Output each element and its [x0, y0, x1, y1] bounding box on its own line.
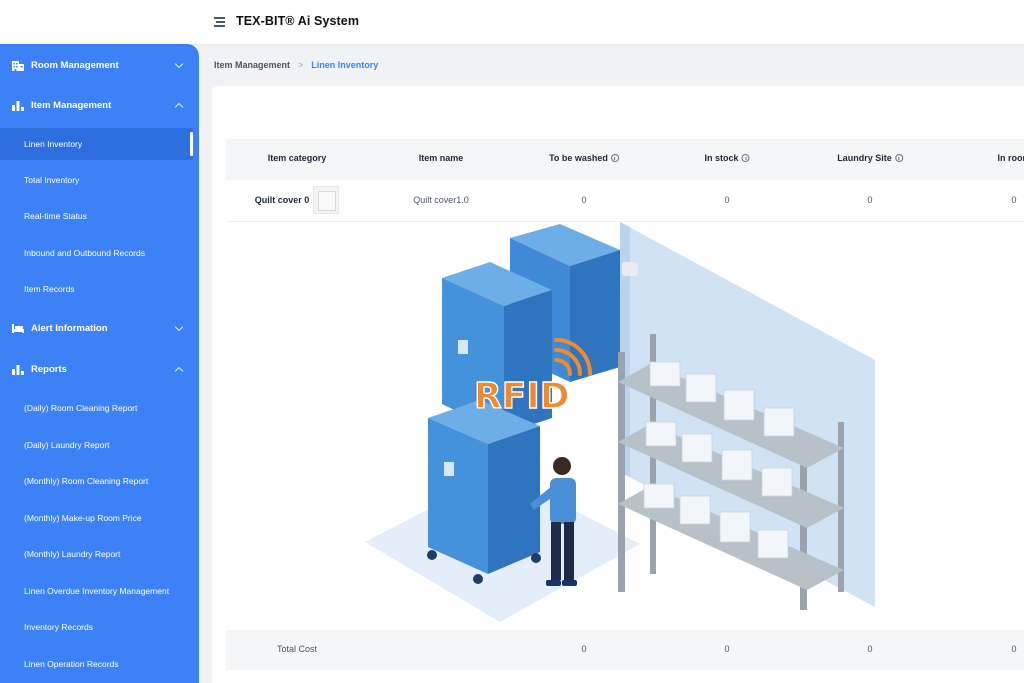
sidebar-group-alert-information[interactable]: Alert Information	[0, 309, 199, 347]
cell-item-name: Quilt cover1.0	[413, 195, 469, 205]
cell-item-category: Quilt cover 0	[254, 195, 310, 205]
sidebar-item-inbound-outbound-records[interactable]: Inbound and Outbound Records	[0, 237, 193, 269]
sidebar-item-label: Total Inventory	[24, 175, 80, 185]
sidebar-group-room-management[interactable]: Room Management	[0, 46, 199, 84]
sidebar-item-label: (Daily) Room Cleaning Report	[24, 403, 138, 413]
footer-in-stock: 0	[724, 644, 730, 654]
sidebar-item-label: Item Records	[24, 284, 75, 294]
sidebar-group-label: Room Management	[31, 59, 119, 71]
footer-in-room: 0	[1011, 644, 1017, 654]
breadcrumb-current: Linen Inventory	[311, 60, 379, 70]
column-header-laundry-site[interactable]: Laundry Site	[837, 153, 903, 163]
item-thumbnail-image[interactable]	[313, 186, 339, 214]
sidebar-item-item-records[interactable]: Item Records	[0, 273, 193, 305]
chevron-up-icon	[174, 102, 184, 111]
chevron-down-icon	[174, 322, 184, 331]
column-header-item-category[interactable]: Item category	[268, 153, 327, 163]
rfid-warehouse-illustration: RFID	[365, 222, 875, 622]
sidebar-item-label: (Monthly) Laundry Report	[24, 549, 121, 559]
column-header-in-stock[interactable]: In stock	[704, 153, 750, 163]
sidebar-item-monthly-laundry-report[interactable]: (Monthly) Laundry Report	[0, 538, 193, 570]
table-row[interactable]: Quilt cover 0 Quilt cover1.0 0 0 0 0	[226, 180, 1024, 222]
sidebar-item-label: Linen Inventory	[24, 139, 83, 149]
sidebar-item-linen-operation-records[interactable]: Linen Operation Records	[0, 648, 193, 680]
column-header-to-be-washed[interactable]: To be washed	[549, 153, 619, 163]
building-icon	[12, 61, 24, 71]
sidebar-item-label: Real-time Status	[24, 211, 87, 221]
sidebar: Room Management Item Management Linen In…	[0, 44, 199, 683]
column-header-item-name[interactable]: Item name	[419, 153, 464, 163]
app-title: TEX-BIT® Ai System	[236, 14, 360, 28]
sidebar-group-label: Item Management	[31, 99, 112, 111]
sidebar-item-real-time-status[interactable]: Real-time Status	[0, 200, 193, 232]
sidebar-item-label: Inbound and Outbound Records	[24, 248, 145, 258]
breadcrumb: Item Management > Linen Inventory	[214, 60, 378, 70]
sidebar-item-label: Linen Overdue Inventory Management	[24, 586, 170, 596]
sidebar-item-label: (Daily) Laundry Report	[24, 440, 110, 450]
sidebar-item-daily-room-cleaning-report[interactable]: (Daily) Room Cleaning Report	[0, 392, 193, 424]
cell-laundry-site: 0	[867, 195, 873, 205]
cell-in-room: 0	[1011, 195, 1017, 205]
info-icon[interactable]	[741, 154, 750, 162]
cell-in-stock: 0	[724, 195, 730, 205]
rfid-label: RFID	[474, 376, 570, 417]
breadcrumb-parent[interactable]: Item Management	[214, 60, 290, 70]
sidebar-group-label: Reports	[31, 363, 67, 375]
table-header: Item category Item name To be washed In …	[226, 139, 1024, 180]
sidebar-item-label: Linen Operation Records	[24, 659, 119, 669]
bed-icon	[12, 324, 24, 333]
sidebar-group-reports[interactable]: Reports	[0, 350, 199, 388]
chevron-up-icon	[174, 366, 184, 375]
sidebar-item-label: (Monthly) Make-up Room Price	[24, 513, 142, 523]
footer-label-total-cost: Total Cost	[276, 644, 318, 654]
footer-laundry-site: 0	[867, 644, 873, 654]
sidebar-item-label: (Monthly) Room Cleaning Report	[24, 476, 149, 486]
footer-to-be-washed: 0	[581, 644, 587, 654]
sidebar-group-label: Alert Information	[31, 322, 108, 334]
bar-chart-icon	[12, 365, 24, 375]
sidebar-item-linen-inventory[interactable]: Linen Inventory	[0, 128, 193, 160]
sidebar-group-item-management[interactable]: Item Management	[0, 86, 199, 124]
table-footer: Total Cost 0 0 0 0	[226, 630, 1024, 670]
chevron-down-icon	[174, 59, 184, 68]
bar-chart-icon	[12, 101, 24, 111]
sidebar-item-daily-laundry-report[interactable]: (Daily) Laundry Report	[0, 429, 193, 461]
sidebar-item-total-inventory[interactable]: Total Inventory	[0, 164, 193, 196]
menu-toggle-icon[interactable]	[214, 16, 226, 27]
sidebar-item-monthly-room-cleaning-report[interactable]: (Monthly) Room Cleaning Report	[0, 465, 193, 497]
sidebar-item-monthly-make-up-room-price[interactable]: (Monthly) Make-up Room Price	[0, 502, 193, 534]
sidebar-item-inventory-records[interactable]: Inventory Records	[0, 611, 193, 643]
breadcrumb-separator: >	[298, 60, 304, 70]
sidebar-item-linen-overdue-inventory[interactable]: Linen Overdue Inventory Management	[0, 575, 193, 607]
cell-to-be-washed: 0	[581, 195, 587, 205]
top-header: TEX-BIT® Ai System	[0, 0, 1024, 44]
info-icon[interactable]	[610, 154, 619, 162]
column-header-in-room[interactable]: In room	[998, 153, 1024, 163]
info-icon[interactable]	[894, 154, 903, 162]
sidebar-item-label: Inventory Records	[24, 622, 93, 632]
